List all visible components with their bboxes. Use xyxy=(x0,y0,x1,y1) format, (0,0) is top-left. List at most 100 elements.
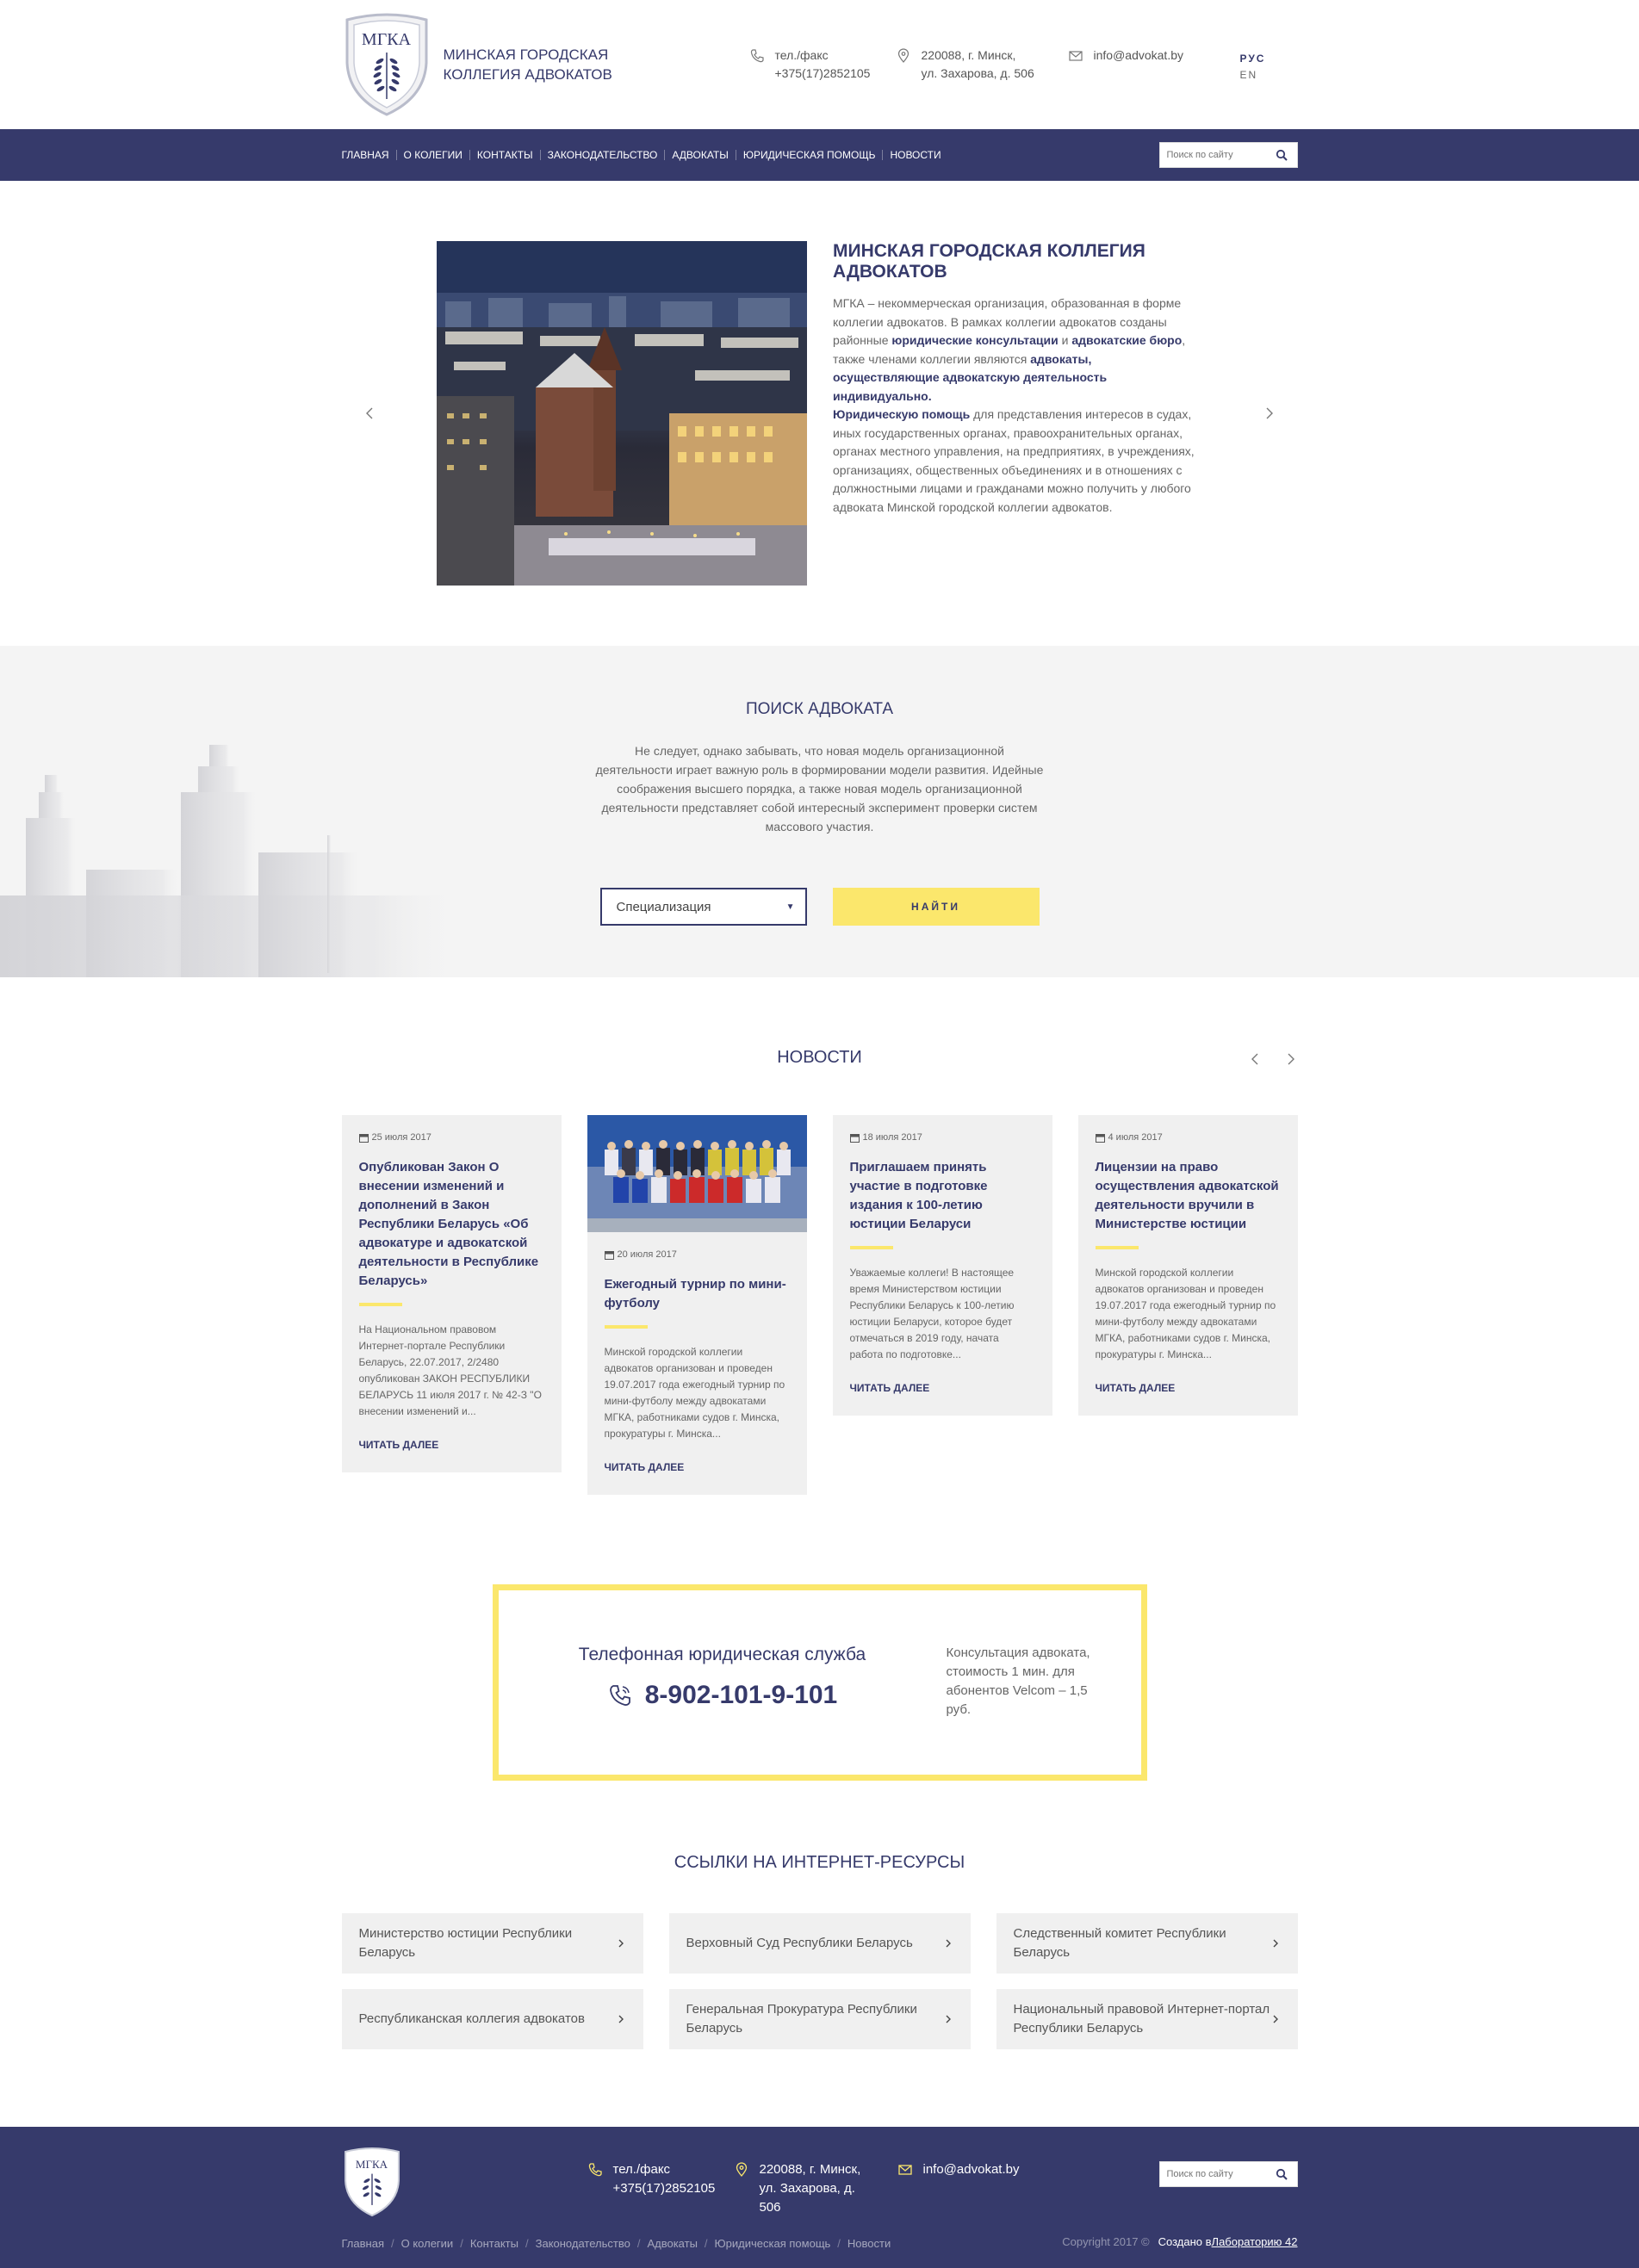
search-input[interactable] xyxy=(1159,2169,1272,2179)
hero-text-part: для представления интересов в судах, ины… xyxy=(833,407,1195,514)
site-header: МГКА МИНСКАЯ ГОРОДСКАЯ КОЛЛЕГИЯ АДВОКАТО… xyxy=(0,0,1639,129)
news-card[interactable]: 25 июля 2017 Опубликован Закон О внесени… xyxy=(341,1115,562,1472)
footer-nav-item[interactable]: Контакты xyxy=(453,2237,518,2250)
news-title-link[interactable]: Лицензии на право осуществления адвокатс… xyxy=(1096,1158,1281,1234)
hero-text: МИНСКАЯ ГОРОДСКАЯ КОЛЛЕГИЯ АДВОКАТОВ МГК… xyxy=(833,241,1195,517)
hero-prev-arrow[interactable] xyxy=(362,405,379,422)
nav-link[interactable]: НОВОСТИ xyxy=(890,149,941,161)
header-phone: тел./факс +375(17)2852105 xyxy=(749,46,896,83)
find-button[interactable]: НАЙТИ xyxy=(832,888,1040,926)
nav-item-legislation[interactable]: ЗАКОНОДАТЕЛЬСТВО xyxy=(533,149,658,161)
nav-link[interactable]: ЗАКОНОДАТЕЛЬСТВО xyxy=(548,149,658,161)
chevron-left-icon[interactable] xyxy=(1248,1051,1263,1067)
resource-link-label: Министерство юстиции Республики Беларусь xyxy=(358,1926,573,1960)
phone-value[interactable]: +375(17)2852105 xyxy=(613,2179,716,2198)
site-search xyxy=(1158,142,1298,168)
created-by-link[interactable]: Лабораторию 42 xyxy=(1212,2235,1298,2248)
nav-link[interactable]: ЮРИДИЧЕСКАЯ ПОМОЩЬ xyxy=(743,149,876,161)
resource-link-ministry-justice[interactable]: Министерство юстиции Республики Беларусь xyxy=(341,1913,643,1974)
resource-link-prosecutor-general[interactable]: Генеральная Прокуратура Республики Белар… xyxy=(668,1989,971,2049)
phone-service-number[interactable]: 8-902-101-9-101 xyxy=(499,1681,947,1710)
hero-link-bureaus[interactable]: адвокатские бюро xyxy=(1071,333,1182,347)
created-by-prefix: Создано в xyxy=(1158,2235,1212,2248)
resources-section: ССЫЛКИ НА ИНТЕРНЕТ-РЕСУРСЫ Министерство … xyxy=(0,1781,1639,2127)
caret-down-icon: ▼ xyxy=(785,902,795,912)
read-more-link[interactable]: ЧИТАТЬ ДАЛЕЕ xyxy=(605,1461,790,1473)
search-icon[interactable] xyxy=(1276,149,1288,161)
hero-next-arrow[interactable] xyxy=(1260,405,1277,422)
phone-value[interactable]: +375(17)2852105 xyxy=(775,65,871,83)
nav-item-contacts[interactable]: КОНТАКТЫ xyxy=(463,149,533,161)
resource-link-label: Генеральная Прокуратура Республики Белар… xyxy=(686,2002,917,2036)
footer-logo[interactable]: МГКА xyxy=(342,2146,402,2218)
news-date-text: 25 июля 2017 xyxy=(371,1132,431,1143)
lang-ru[interactable]: РУС xyxy=(1240,51,1266,67)
resource-link-legal-portal[interactable]: Национальный правовой Интернет-портал Ре… xyxy=(996,1989,1298,2049)
email-link[interactable]: info@advokat.by xyxy=(1094,46,1184,83)
footer-nav-item[interactable]: Законодательство xyxy=(518,2237,630,2250)
email-link[interactable]: info@advokat.by xyxy=(923,2160,1020,2217)
yellow-divider xyxy=(604,1325,648,1329)
news-title-link[interactable]: Приглашаем принять участие в подготовке … xyxy=(850,1158,1035,1234)
news-date: 18 июля 2017 xyxy=(849,1132,1035,1143)
specialization-select-value: Специализация xyxy=(616,899,711,914)
calendar-icon xyxy=(849,1133,860,1143)
footer-nav-item[interactable]: Адвокаты xyxy=(630,2237,697,2250)
hero-description: МГКА – некоммерческая организация, образ… xyxy=(833,294,1195,517)
read-more-link[interactable]: ЧИТАТЬ ДАЛЕЕ xyxy=(359,1439,544,1451)
news-card[interactable]: 20 июля 2017 Ежегодный турнир по мини-фу… xyxy=(587,1115,807,1495)
footer-nav-item[interactable]: Новости xyxy=(830,2237,891,2250)
site-logo[interactable]: МГКА xyxy=(342,13,431,116)
resource-link-investigative-committee[interactable]: Следственный комитет Республики Беларусь xyxy=(996,1913,1298,1974)
footer-phone: тел./факс +375(17)2852105 xyxy=(587,2160,734,2217)
nav-link[interactable]: ГЛАВНАЯ xyxy=(342,149,389,161)
resource-link-republican-bar[interactable]: Республиканская коллегия адвокатов xyxy=(341,1989,643,2049)
resource-link-supreme-court[interactable]: Верховный Суд Республики Беларусь xyxy=(668,1913,971,1974)
phone-service-title: Телефонная юридическая служба xyxy=(578,1645,866,1664)
news-title-link[interactable]: Ежегодный турнир по мини-футболу xyxy=(605,1275,790,1313)
nav-link[interactable]: КОНТАКТЫ xyxy=(477,149,533,161)
news-card[interactable]: 4 июля 2017 Лицензии на право осуществле… xyxy=(1077,1115,1298,1416)
yellow-divider xyxy=(849,1246,893,1249)
nav-item-legal-help[interactable]: ЮРИДИЧЕСКАЯ ПОМОЩЬ xyxy=(729,149,876,161)
location-pin-icon xyxy=(897,48,909,63)
news-excerpt: Минской городской коллегии адвокатов орг… xyxy=(1095,1267,1276,1360)
news-cards: 25 июля 2017 Опубликован Закон О внесени… xyxy=(341,1115,1298,1495)
address-line-2: ул. Захарова, д. 506 xyxy=(921,66,1034,80)
nav-item-news[interactable]: НОВОСТИ xyxy=(875,149,941,161)
read-more-link[interactable]: ЧИТАТЬ ДАЛЕЕ xyxy=(850,1382,1035,1394)
read-more-link[interactable]: ЧИТАТЬ ДАЛЕЕ xyxy=(1096,1382,1281,1394)
news-title-link[interactable]: Опубликован Закон О внесении изменений и… xyxy=(359,1158,544,1291)
phone-number-text: 8-902-101-9-101 xyxy=(644,1681,838,1709)
nav-item-about[interactable]: О КОЛЕГИИ xyxy=(389,149,463,161)
footer-nav-item[interactable]: О колегии xyxy=(384,2237,454,2250)
nav-item-home[interactable]: ГЛАВНАЯ xyxy=(342,149,389,161)
resource-link-label: Следственный комитет Республики Беларусь xyxy=(1013,1926,1226,1960)
chevron-right-icon[interactable] xyxy=(1282,1051,1298,1067)
nav-item-lawyers[interactable]: АДВОКАТЫ xyxy=(657,149,728,161)
news-section: НОВОСТИ 25 июля 2017 Опубликован Закон О… xyxy=(0,977,1639,1541)
chevron-right-icon xyxy=(618,2015,624,2023)
news-card-body: 20 июля 2017 Ежегодный турнир по мини-фу… xyxy=(587,1232,807,1473)
main-nav: ГЛАВНАЯ О КОЛЕГИИ КОНТАКТЫ ЗАКОНОДАТЕЛЬС… xyxy=(0,129,1639,181)
shield-logo-icon xyxy=(345,13,427,116)
shield-logo-icon xyxy=(344,2147,400,2217)
search-icon[interactable] xyxy=(1276,2168,1288,2180)
search-input[interactable] xyxy=(1159,150,1272,160)
logo-text: МГКА xyxy=(361,30,412,49)
footer-nav-item[interactable]: Главная xyxy=(342,2237,384,2250)
nav-link[interactable]: О КОЛЕГИИ xyxy=(404,149,463,161)
calendar-icon xyxy=(1095,1133,1105,1143)
copyright-text: Copyright 2017 © xyxy=(1062,2235,1150,2248)
news-date: 20 июля 2017 xyxy=(604,1249,790,1260)
hero-link-consultations[interactable]: юридические консультации xyxy=(891,333,1058,347)
footer-nav-item[interactable]: Юридическая помощь xyxy=(698,2237,831,2250)
nav-link[interactable]: АДВОКАТЫ xyxy=(672,149,728,161)
specialization-select[interactable]: Специализация ▼ xyxy=(599,888,807,926)
news-card[interactable]: 18 июля 2017 Приглашаем принять участие … xyxy=(832,1115,1052,1416)
phone-service-main: Телефонная юридическая служба 8-902-101-… xyxy=(499,1590,947,1775)
hero-link-legal-help[interactable]: Юридическую помощь xyxy=(833,407,970,421)
lang-en[interactable]: EN xyxy=(1240,67,1266,84)
chevron-right-icon xyxy=(1273,2015,1278,2023)
phone-icon xyxy=(609,1685,630,1706)
